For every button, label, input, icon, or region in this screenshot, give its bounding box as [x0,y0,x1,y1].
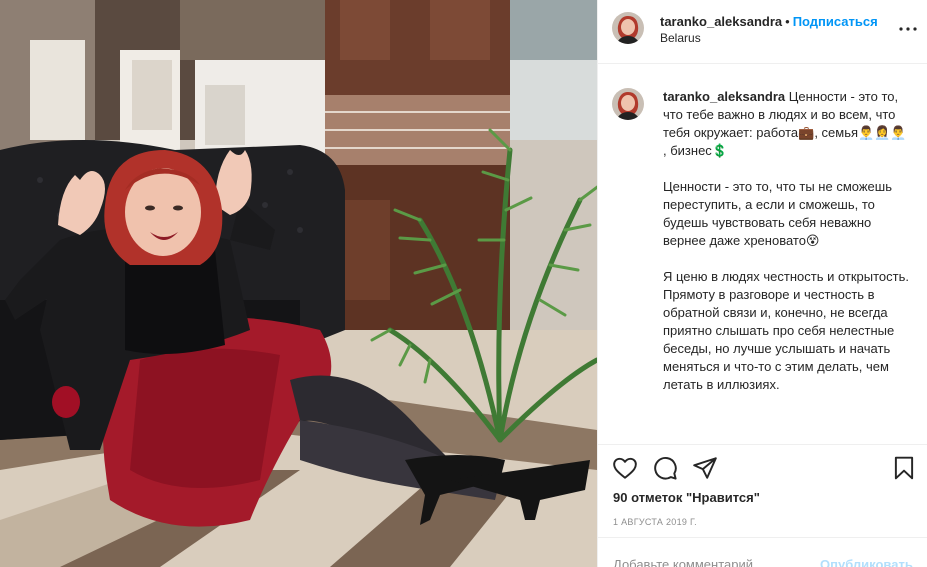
comment-button[interactable] [652,455,678,481]
more-options-button[interactable] [896,19,920,39]
caption-paragraph-2: Ценности - это то, что ты не сможешь пер… [663,179,892,248]
caption-username-link[interactable]: taranko_aleksandra [663,89,785,104]
save-button[interactable] [891,455,917,481]
username-link[interactable]: taranko_aleksandra [660,14,782,29]
actions-bar: 90 отметок "Нравится" 1 АВГУСТА 2019 Г. [598,444,927,537]
follow-button[interactable]: Подписаться [793,14,878,29]
caption-avatar[interactable] [612,88,644,120]
comment-input[interactable] [613,557,813,567]
bookmark-icon [894,456,914,480]
post-photo-image [0,0,597,567]
more-horizontal-icon [899,27,917,31]
likes-count[interactable]: 90 отметок "Нравится" [613,490,760,505]
post-sidebar: taranko_aleksandra • Подписаться Belarus t… [597,0,927,567]
comment-icon [654,457,677,480]
caption-paragraph-1: taranko_aleksandra Ценности - это то, чт… [663,88,911,160]
header-user-line: taranko_aleksandra • Подписаться [660,14,878,29]
post-photo[interactable] [0,0,597,567]
avatar[interactable] [612,12,644,44]
location-link[interactable]: Belarus [660,31,701,45]
heart-icon [613,457,637,479]
comment-bar: Опубликовать [598,537,927,567]
separator-dot: • [785,14,790,29]
post-header: taranko_aleksandra • Подписаться Belarus [598,0,927,64]
caption-text: taranko_aleksandra Ценности - это то, чт… [663,88,911,412]
caption-section: taranko_aleksandra Ценности - это то, чт… [598,64,927,444]
share-icon [693,457,717,479]
caption-paragraph-3: Я ценю в людях честность и открытость. П… [663,269,909,392]
publish-button[interactable]: Опубликовать [820,557,913,567]
post-date: 1 АВГУСТА 2019 Г. [613,517,697,527]
like-button[interactable] [612,455,638,481]
share-button[interactable] [692,455,718,481]
